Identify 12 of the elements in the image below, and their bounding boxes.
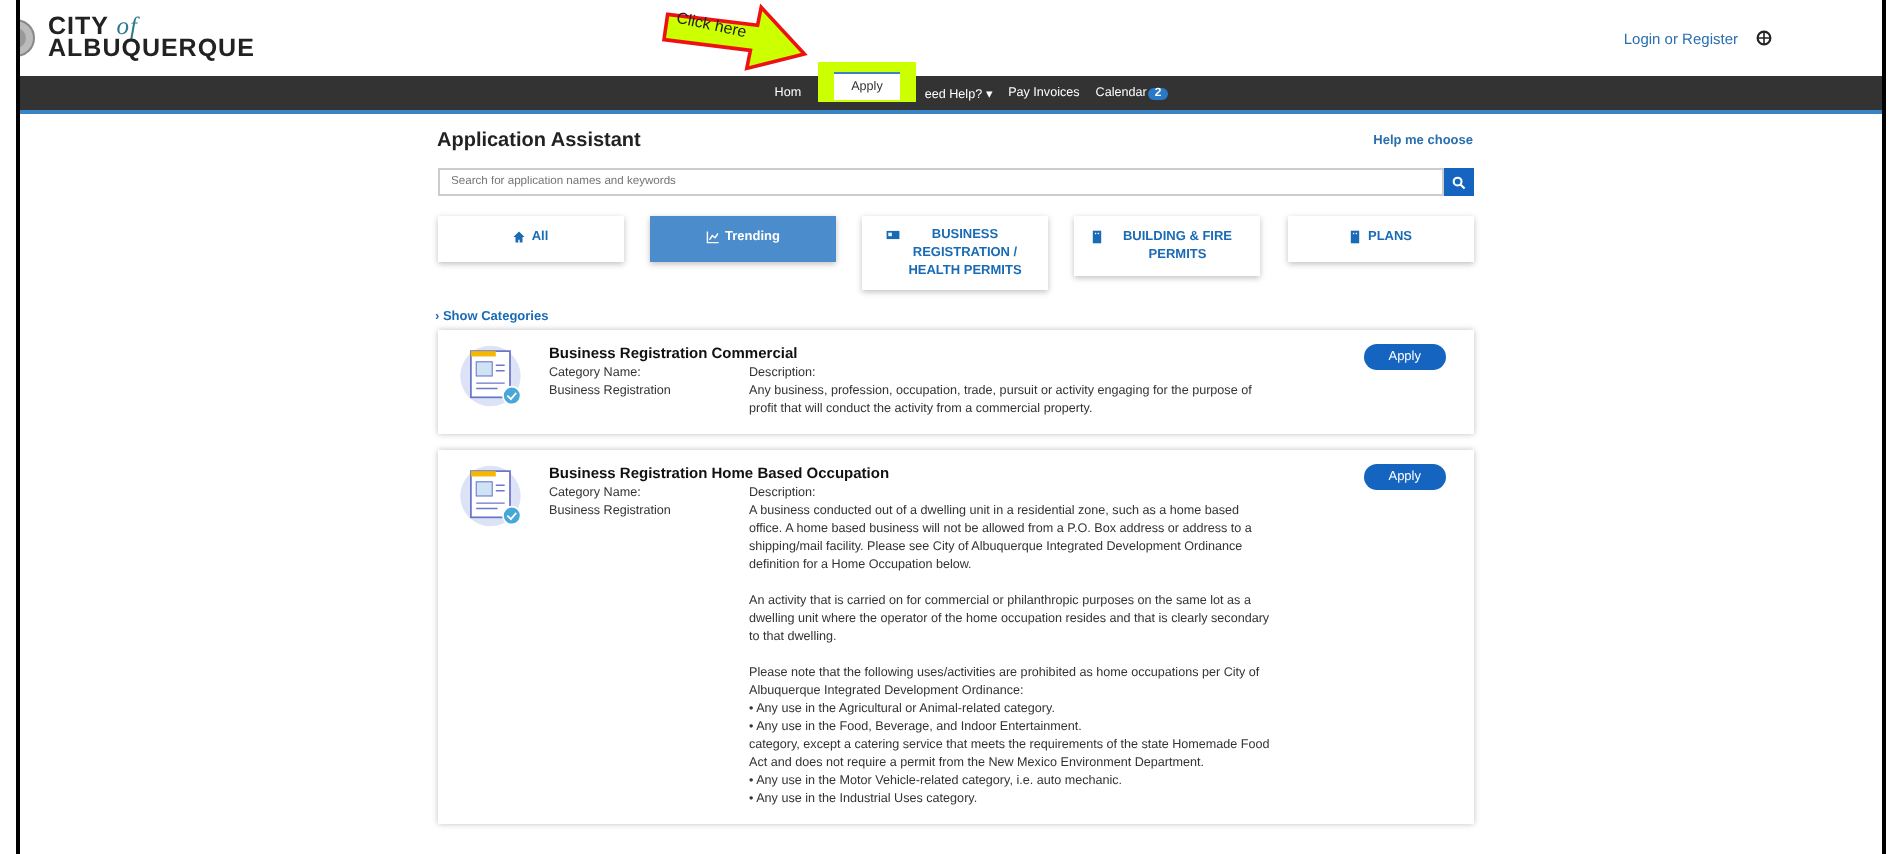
callout-text: Click here xyxy=(674,8,749,42)
building-icon xyxy=(1347,230,1362,244)
globe-icon[interactable] xyxy=(1756,30,1772,46)
search-button[interactable] xyxy=(1443,168,1473,196)
page-title: Application Assistant xyxy=(437,130,641,152)
chart-icon xyxy=(705,230,720,244)
logo-text[interactable]: ALBUQUERQUE xyxy=(48,38,255,60)
home-icon xyxy=(511,230,526,244)
id-card-icon xyxy=(886,228,900,242)
building-icon xyxy=(1090,230,1105,244)
search-icon xyxy=(1451,175,1465,189)
logo-text[interactable]: CITY of xyxy=(48,16,255,38)
